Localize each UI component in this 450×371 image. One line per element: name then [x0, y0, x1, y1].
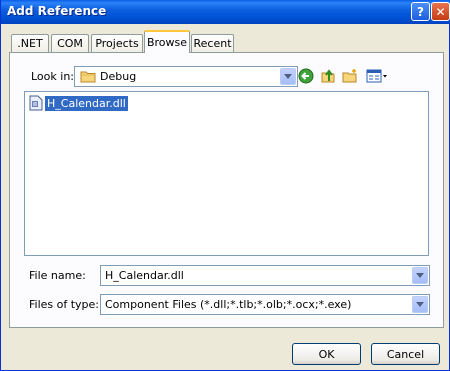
files-of-type-label: Files of type:: [29, 298, 100, 311]
look-in-dropdown[interactable]: Debug: [74, 66, 298, 87]
cancel-button[interactable]: Cancel: [371, 343, 440, 365]
folder-icon: [80, 70, 96, 86]
chevron-down-icon[interactable]: [412, 296, 428, 313]
ok-button-label: OK: [318, 347, 335, 361]
window-title: Add Reference: [7, 4, 107, 18]
ok-button[interactable]: OK: [292, 343, 361, 365]
tab-label: Recent: [193, 37, 232, 50]
look-in-label: Look in:: [31, 70, 74, 83]
browse-panel: Look in: Debug H_Calendar.dll File name:…: [9, 52, 444, 328]
tab-browse[interactable]: Browse: [144, 30, 190, 53]
add-reference-dialog: Add Reference ? ✕ .NET COM Projects Brow…: [0, 0, 450, 371]
tab-label: Browse: [146, 36, 188, 49]
chevron-down-icon[interactable]: [280, 68, 296, 85]
dll-file-icon: [29, 95, 43, 111]
view-menu-icon[interactable]: [365, 67, 389, 85]
help-icon: ?: [417, 4, 424, 19]
files-of-type-dropdown[interactable]: Component Files (*.dll;*.tlb;*.olb;*.ocx…: [100, 294, 430, 315]
file-name-field[interactable]: H_Calendar.dll: [100, 265, 430, 286]
close-icon: ✕: [435, 4, 446, 19]
up-folder-icon[interactable]: [319, 67, 337, 85]
tab-label: Projects: [95, 37, 139, 50]
look-in-value: Debug: [100, 70, 137, 83]
chevron-down-icon[interactable]: [412, 267, 428, 284]
file-name-label: H_Calendar.dll: [44, 94, 129, 112]
file-list[interactable]: H_Calendar.dll: [24, 91, 429, 256]
files-of-type-value: Component Files (*.dll;*.tlb;*.olb;*.ocx…: [105, 298, 352, 311]
list-item[interactable]: H_Calendar.dll: [29, 94, 129, 112]
cancel-button-label: Cancel: [386, 347, 425, 361]
back-icon[interactable]: [297, 67, 315, 85]
file-name-value: H_Calendar.dll: [105, 269, 184, 282]
tab-projects[interactable]: Projects: [91, 34, 143, 52]
tab-com[interactable]: COM: [51, 34, 89, 52]
tab-recent[interactable]: Recent: [191, 34, 234, 52]
tab-label: COM: [57, 37, 83, 50]
new-folder-icon[interactable]: [341, 67, 359, 85]
tab-label: .NET: [17, 37, 43, 50]
close-button[interactable]: ✕: [431, 2, 450, 21]
title-bar[interactable]: Add Reference ? ✕: [1, 0, 450, 24]
file-name-label-text: File name:: [29, 269, 86, 282]
help-button[interactable]: ?: [411, 2, 430, 21]
tab-net[interactable]: .NET: [11, 34, 49, 52]
